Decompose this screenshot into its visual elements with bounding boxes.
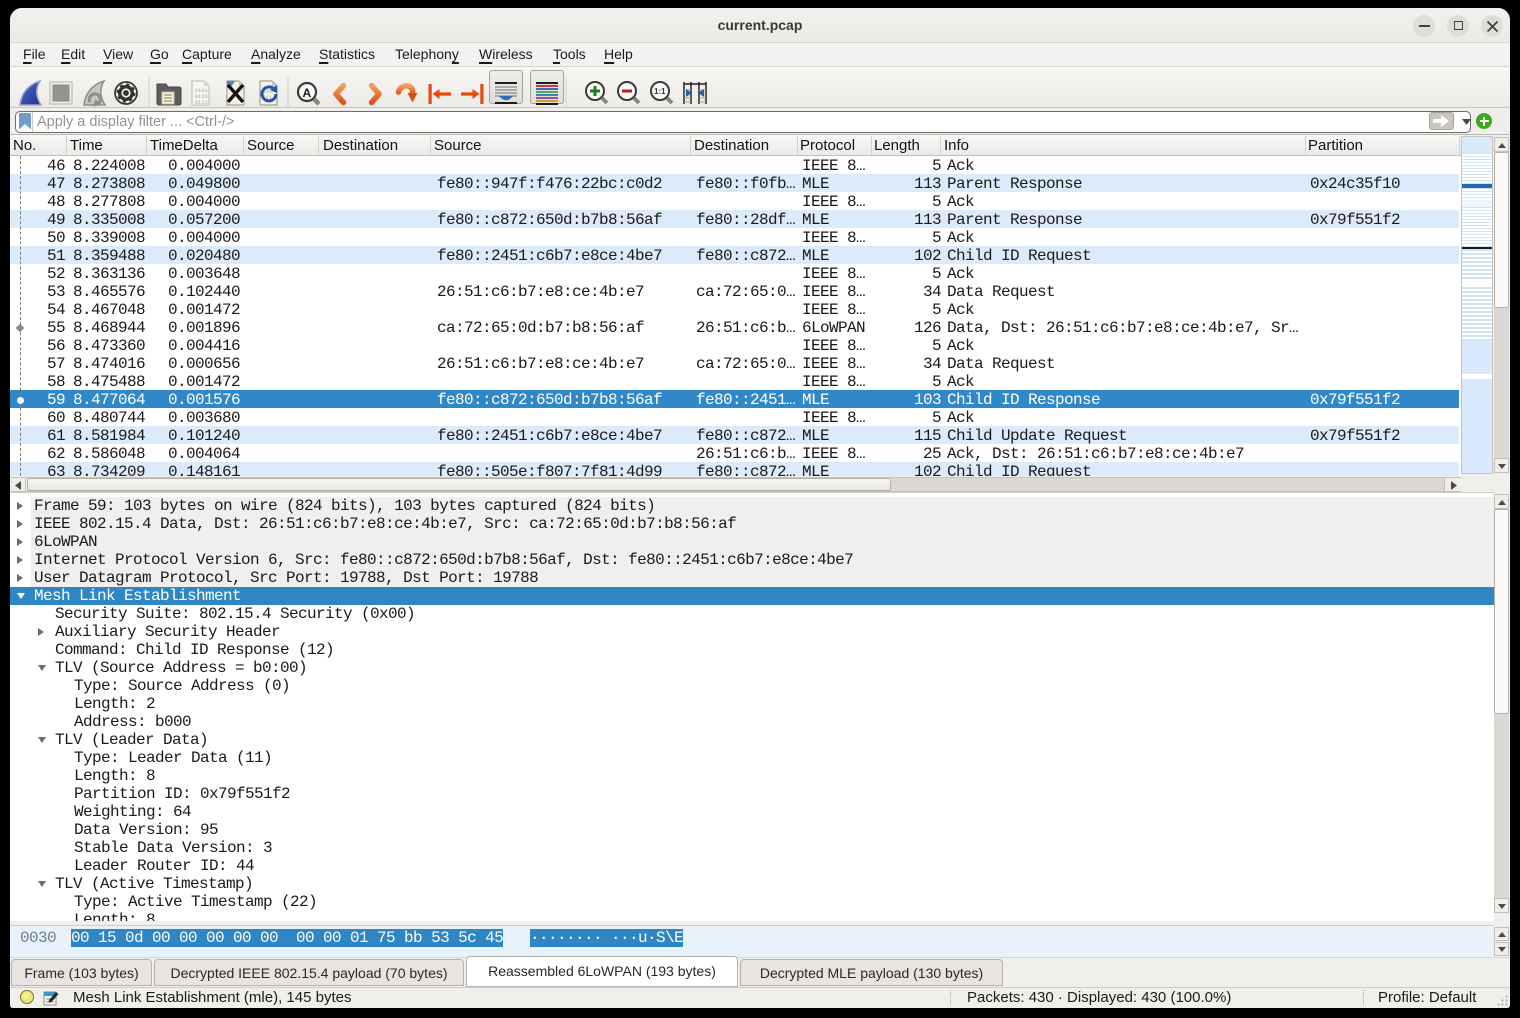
svg-text:1:1: 1:1 <box>654 87 666 96</box>
svg-text:0111: 0111 <box>195 99 209 106</box>
svg-text:A: A <box>303 86 312 100</box>
